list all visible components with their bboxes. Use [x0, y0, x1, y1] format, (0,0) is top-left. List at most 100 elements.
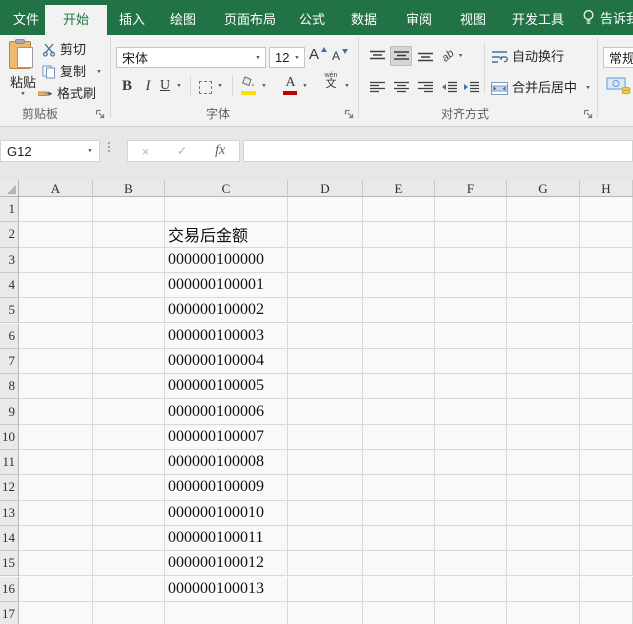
cell-B12[interactable] — [93, 475, 165, 501]
cell-H7[interactable] — [580, 348, 633, 375]
enter-icon[interactable]: ✓ — [177, 143, 188, 159]
align-center-button[interactable] — [390, 77, 412, 97]
cell-D16[interactable] — [288, 576, 363, 602]
cell-C2[interactable]: 交易后金额 — [165, 222, 288, 248]
cut-button[interactable]: 剪切 — [42, 41, 86, 59]
clipboard-dialog-launcher-icon[interactable] — [95, 109, 106, 120]
cell-B16[interactable] — [93, 576, 165, 602]
decrease-indent-button[interactable] — [438, 77, 460, 97]
column-header-B[interactable]: B — [93, 180, 165, 197]
cell-A16[interactable] — [19, 576, 93, 602]
cell-B1[interactable] — [93, 197, 165, 223]
shrink-font-button[interactable]: A — [332, 48, 350, 68]
cell-F4[interactable] — [435, 272, 507, 299]
cell-E8[interactable] — [363, 374, 435, 400]
cell-B9[interactable] — [93, 399, 165, 425]
cell-A8[interactable] — [19, 374, 93, 400]
column-header-G[interactable]: G — [507, 180, 580, 197]
cell-H2[interactable] — [580, 222, 633, 248]
cell-A17[interactable] — [19, 601, 93, 624]
cell-C11[interactable]: 000000100008 — [165, 450, 288, 476]
row-header-16[interactable]: 16 — [0, 576, 19, 602]
increase-indent-button[interactable] — [460, 77, 482, 97]
cell-E16[interactable] — [363, 576, 435, 602]
column-header-F[interactable]: F — [435, 180, 507, 197]
cell-E3[interactable] — [363, 247, 435, 273]
tell-me[interactable]: 告诉我 — [582, 0, 633, 35]
cell-F1[interactable] — [435, 197, 507, 223]
cell-B11[interactable] — [93, 450, 165, 476]
wrap-text-button[interactable]: 自动换行 — [491, 48, 564, 66]
tab-review[interactable]: 审阅 — [395, 5, 443, 35]
cell-D3[interactable] — [288, 247, 363, 273]
cell-G13[interactable] — [507, 500, 580, 526]
fill-color-button[interactable] — [241, 76, 257, 95]
tab-draw[interactable]: 绘图 — [159, 5, 207, 35]
cell-G6[interactable] — [507, 323, 580, 349]
tab-data[interactable]: 数据 — [340, 5, 388, 35]
cell-G8[interactable] — [507, 374, 580, 400]
cell-H11[interactable] — [580, 450, 633, 476]
cell-G7[interactable] — [507, 348, 580, 375]
cell-B3[interactable] — [93, 247, 165, 273]
row-header-10[interactable]: 10 — [0, 424, 19, 450]
cell-G5[interactable] — [507, 298, 580, 324]
cell-E14[interactable] — [363, 525, 435, 552]
cell-E1[interactable] — [363, 197, 435, 223]
cell-D6[interactable] — [288, 323, 363, 349]
row-header-12[interactable]: 12 — [0, 475, 19, 501]
cell-D13[interactable] — [288, 500, 363, 526]
merge-center-dropdown-arrow[interactable]: ▼ — [585, 80, 591, 95]
cell-F7[interactable] — [435, 348, 507, 375]
cell-E15[interactable] — [363, 551, 435, 577]
column-header-H[interactable]: H — [580, 180, 633, 197]
cell-A6[interactable] — [19, 323, 93, 349]
cell-A1[interactable] — [19, 197, 93, 223]
cell-C16[interactable]: 000000100013 — [165, 576, 288, 602]
name-box[interactable]: G12 ▼ — [0, 140, 100, 162]
cell-F11[interactable] — [435, 450, 507, 476]
cell-D1[interactable] — [288, 197, 363, 223]
cell-D7[interactable] — [288, 348, 363, 375]
cell-G14[interactable] — [507, 525, 580, 552]
cell-A7[interactable] — [19, 348, 93, 375]
cell-G2[interactable] — [507, 222, 580, 248]
font-size-dropdown-arrow[interactable]: ▼ — [294, 55, 304, 60]
tab-formulas[interactable]: 公式 — [288, 5, 336, 35]
cell-A15[interactable] — [19, 551, 93, 577]
cell-H3[interactable] — [580, 247, 633, 273]
underline-dropdown-arrow[interactable]: ▼ — [176, 83, 182, 88]
row-header-15[interactable]: 15 — [0, 551, 19, 577]
cell-C15[interactable]: 000000100012 — [165, 551, 288, 577]
cell-H16[interactable] — [580, 576, 633, 602]
cell-G12[interactable] — [507, 475, 580, 501]
cell-E9[interactable] — [363, 399, 435, 425]
cell-C9[interactable]: 000000100006 — [165, 399, 288, 425]
cell-F6[interactable] — [435, 323, 507, 349]
cell-E10[interactable] — [363, 424, 435, 450]
cancel-icon[interactable]: × — [142, 144, 150, 159]
font-name-dropdown-arrow[interactable]: ▼ — [255, 55, 265, 60]
cell-C14[interactable]: 000000100011 — [165, 525, 288, 552]
column-header-E[interactable]: E — [363, 180, 435, 197]
row-header-6[interactable]: 6 — [0, 323, 19, 349]
cell-F12[interactable] — [435, 475, 507, 501]
row-header-2[interactable]: 2 — [0, 222, 19, 248]
align-left-button[interactable] — [366, 77, 388, 97]
cell-E13[interactable] — [363, 500, 435, 526]
cell-D12[interactable] — [288, 475, 363, 501]
cell-C4[interactable]: 000000100001 — [165, 272, 288, 299]
underline-button[interactable]: U — [158, 77, 172, 95]
cell-D8[interactable] — [288, 374, 363, 400]
cell-B15[interactable] — [93, 551, 165, 577]
cell-D15[interactable] — [288, 551, 363, 577]
separator-dots-icon[interactable] — [108, 142, 110, 152]
merge-center-button[interactable]: 合并后居中 ▼ — [491, 79, 591, 97]
fill-color-dropdown-arrow[interactable]: ▼ — [261, 83, 267, 88]
cell-D9[interactable] — [288, 399, 363, 425]
cell-B10[interactable] — [93, 424, 165, 450]
row-header-8[interactable]: 8 — [0, 374, 19, 400]
row-header-14[interactable]: 14 — [0, 525, 19, 552]
formula-input[interactable] — [243, 140, 633, 162]
cell-C7[interactable]: 000000100004 — [165, 348, 288, 375]
